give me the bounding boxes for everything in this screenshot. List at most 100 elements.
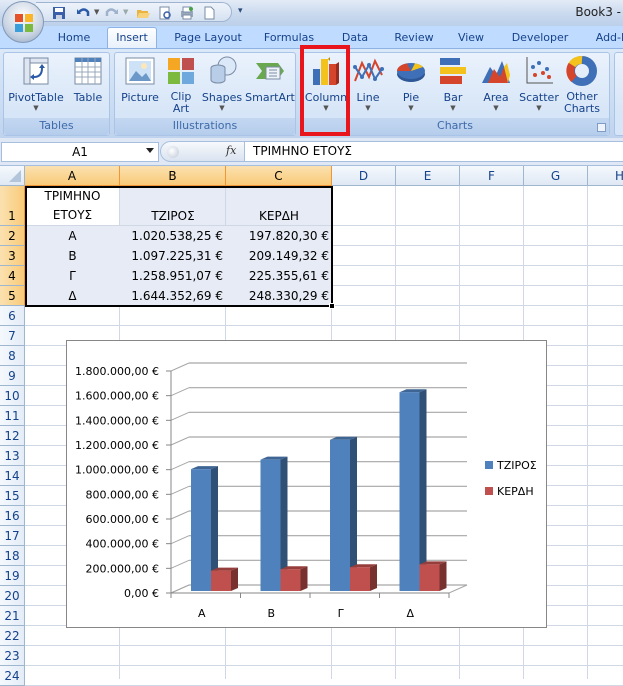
new-document-icon[interactable] [202, 6, 216, 20]
pie-chart-button[interactable]: Pie ▼ [392, 55, 430, 113]
row-header-18[interactable]: 18 [0, 546, 25, 566]
x-tick-label: Α [198, 607, 206, 620]
cell-c4[interactable]: 225.355,61 € [226, 266, 332, 286]
row-header-21[interactable]: 21 [0, 606, 25, 626]
row-header-13[interactable]: 13 [0, 446, 25, 466]
undo-dropdown-icon[interactable]: ▼ [94, 8, 99, 16]
line-chart-button[interactable]: Line ▼ [352, 55, 384, 113]
insert-function-icon[interactable]: fx [226, 144, 236, 157]
row-header-24[interactable]: 24 [0, 666, 25, 686]
y-tick-label: 1.000.000,00 € [75, 464, 159, 477]
save-icon[interactable] [52, 6, 66, 20]
cell-a2[interactable]: Α [25, 226, 120, 246]
row-header-7[interactable]: 7 [0, 326, 25, 346]
tab-insert[interactable]: Insert [107, 27, 157, 49]
open-icon[interactable] [136, 6, 150, 20]
row-header-10[interactable]: 10 [0, 386, 25, 406]
group-label-illustrations: Illustrations [115, 118, 295, 135]
row-header-11[interactable]: 11 [0, 406, 25, 426]
row-header-22[interactable]: 22 [0, 626, 25, 646]
select-all-button[interactable] [0, 166, 25, 186]
row-header-2[interactable]: 2 [0, 226, 25, 246]
column-header-c[interactable]: C [226, 166, 332, 186]
cell-b1[interactable]: ΤΖΙΡΟΣ [120, 186, 226, 226]
cell-a3[interactable]: Β [25, 246, 120, 266]
cell-b4[interactable]: 1.258.951,07 € [120, 266, 226, 286]
row-header-9[interactable]: 9 [0, 366, 25, 386]
row-header-12[interactable]: 12 [0, 426, 25, 446]
tab-review[interactable]: Review [388, 28, 440, 48]
y-tick-label: 0,00 € [124, 587, 159, 600]
cell-a1[interactable]: ΤΡΙΜΗΝΟ ΕΤΟΥΣ [25, 186, 120, 226]
name-box-dropdown-icon[interactable] [146, 148, 154, 153]
side-wall-gridline [170, 461, 190, 471]
column-header-h[interactable]: H [588, 166, 623, 186]
gridline-row [25, 325, 623, 326]
cell-c5[interactable]: 248.330,29 € [226, 286, 332, 306]
name-box[interactable]: A1 [1, 142, 159, 162]
column-header-e[interactable]: E [396, 166, 460, 186]
cell-b3[interactable]: 1.097.225,31 € [120, 246, 226, 266]
tab-page-layout[interactable]: Page Layout [166, 28, 250, 48]
row-header-19[interactable]: 19 [0, 566, 25, 586]
column-header-a[interactable]: A [25, 166, 120, 186]
area-chart-button[interactable]: Area ▼ [477, 55, 515, 113]
other-charts-icon [566, 56, 597, 86]
row-header-4[interactable]: 4 [0, 266, 25, 286]
redo-dropdown-icon[interactable]: ▼ [123, 8, 128, 16]
chart-object[interactable]: 0,00 € 200.000,00 € 400.000,00 € 600.000,00… [66, 340, 547, 628]
tab-view[interactable]: View [452, 28, 490, 48]
cell-b5[interactable]: 1.644.352,69 € [120, 286, 226, 306]
charts-dialog-launcher-icon[interactable] [597, 123, 606, 132]
print-preview-icon[interactable] [158, 6, 172, 20]
bar-chart-button[interactable]: Bar ▼ [434, 55, 472, 113]
shapes-button[interactable]: Shapes ▼ [201, 55, 243, 113]
cell-c1[interactable]: ΚΕΡΔΗ [226, 186, 332, 226]
undo-icon[interactable] [76, 6, 90, 20]
row-header-16[interactable]: 16 [0, 506, 25, 526]
row-header-17[interactable]: 17 [0, 526, 25, 546]
scatter-chart-button[interactable]: Scatter ▼ [519, 55, 559, 113]
row-header-3[interactable]: 3 [0, 246, 25, 266]
row-header-20[interactable]: 20 [0, 586, 25, 606]
y-tick-label: 1.800.000,00 € [75, 365, 159, 378]
picture-button[interactable]: Picture [118, 55, 162, 104]
row-header-14[interactable]: 14 [0, 466, 25, 486]
row-header-1[interactable]: 1 [0, 186, 25, 226]
smartart-icon [256, 63, 284, 80]
fill-handle[interactable] [329, 303, 335, 309]
office-button[interactable] [2, 1, 44, 43]
table-button[interactable]: Table [68, 55, 108, 104]
tab-home[interactable]: Home [50, 28, 98, 48]
row-header-8[interactable]: 8 [0, 346, 25, 366]
x-tick-label: Β [267, 607, 275, 620]
customize-qat-icon[interactable]: ▾ [238, 6, 246, 16]
cell-c3[interactable]: 209.149,32 € [226, 246, 332, 266]
column-header-g[interactable]: G [524, 166, 588, 186]
shapes-icon [210, 56, 237, 84]
redo-icon[interactable] [105, 6, 119, 20]
smartart-button[interactable]: SmartArt [244, 55, 296, 104]
formula-bar: A1 fx ΤΡΙΜΗΝΟ ΕΤΟΥΣ [0, 138, 623, 166]
row-header-15[interactable]: 15 [0, 486, 25, 506]
clip-art-button[interactable]: Clip Art [165, 55, 197, 115]
tab-add-ins[interactable]: Add-I [590, 28, 623, 48]
pivottable-button[interactable]: PivotTable ▼ [6, 55, 66, 113]
cell-a5[interactable]: Δ [25, 286, 120, 306]
tab-developer[interactable]: Developer [506, 28, 574, 48]
bar-ΤΖΙΡΟΣ-Δ [399, 392, 420, 591]
column-header-d[interactable]: D [332, 166, 396, 186]
area-chart-icon [482, 61, 510, 83]
side-wall-gridline [170, 510, 190, 520]
cell-b2[interactable]: 1.020.538,25 € [120, 226, 226, 246]
cell-c2[interactable]: 197.820,30 € [226, 226, 332, 246]
formula-input[interactable]: ΤΡΙΜΗΝΟ ΕΤΟΥΣ [244, 141, 623, 162]
quick-print-icon[interactable] [180, 6, 194, 20]
row-header-23[interactable]: 23 [0, 646, 25, 666]
row-header-6[interactable]: 6 [0, 306, 25, 326]
cell-a4[interactable]: Γ [25, 266, 120, 286]
column-header-f[interactable]: F [460, 166, 524, 186]
row-header-5[interactable]: 5 [0, 286, 25, 306]
worksheet-grid[interactable]: A B C D E F G H ΤΡΙΜΗΝΟ ΕΤΟΥΣ ΤΖΙΡΟΣ ΚΕΡ… [0, 166, 623, 686]
column-header-b[interactable]: B [120, 166, 226, 186]
